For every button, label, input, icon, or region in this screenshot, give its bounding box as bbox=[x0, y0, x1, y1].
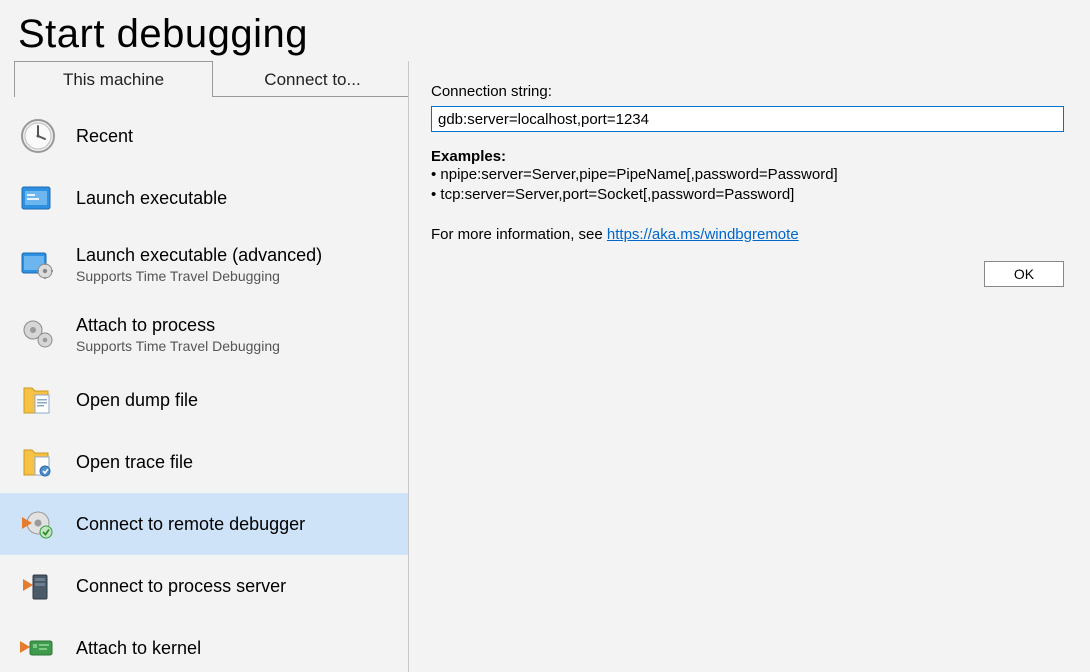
opt-label: Launch executable bbox=[76, 188, 227, 209]
right-pane: Connection string: Examples: • npipe:ser… bbox=[409, 61, 1090, 672]
dump-file-icon bbox=[18, 380, 58, 420]
opt-label: Open dump file bbox=[76, 390, 198, 411]
opt-label: Attach to process bbox=[76, 315, 280, 336]
opt-open-dump-file[interactable]: Open dump file bbox=[0, 369, 408, 431]
tab-this-machine[interactable]: This machine bbox=[14, 61, 213, 97]
ok-button[interactable]: OK bbox=[984, 261, 1064, 287]
tab-connect-to[interactable]: Connect to... bbox=[213, 61, 412, 97]
left-pane: This machine Connect to... bbox=[0, 61, 408, 672]
opt-attach-to-process[interactable]: Attach to process Supports Time Travel D… bbox=[0, 299, 408, 369]
opt-label: Open trace file bbox=[76, 452, 193, 473]
clock-icon bbox=[18, 116, 58, 156]
launch-advanced-icon bbox=[18, 244, 58, 284]
process-server-icon bbox=[18, 566, 58, 606]
launch-icon bbox=[18, 178, 58, 218]
opt-launch-executable-advanced[interactable]: Launch executable (advanced) Supports Ti… bbox=[0, 229, 408, 299]
example-2: • tcp:server=Server,port=Socket[,passwor… bbox=[431, 185, 1064, 205]
opt-connect-process-server[interactable]: Connect to process server bbox=[0, 555, 408, 617]
page-title: Start debugging bbox=[0, 0, 1090, 61]
connection-string-label: Connection string: bbox=[431, 83, 1064, 100]
connection-string-input[interactable] bbox=[431, 106, 1064, 132]
opt-label: Connect to process server bbox=[76, 576, 286, 597]
opt-label: Launch executable (advanced) bbox=[76, 245, 322, 266]
opt-open-trace-file[interactable]: Open trace file bbox=[0, 431, 408, 493]
opt-label: Attach to kernel bbox=[76, 638, 201, 659]
opt-sublabel: Supports Time Travel Debugging bbox=[76, 338, 280, 354]
opt-label: Connect to remote debugger bbox=[76, 514, 305, 535]
tab-label: Connect to... bbox=[264, 70, 360, 90]
example-1: • npipe:server=Server,pipe=PipeName[,pas… bbox=[431, 165, 1064, 185]
tab-label: This machine bbox=[63, 70, 164, 90]
opt-label: Recent bbox=[76, 126, 133, 147]
tabs: This machine Connect to... bbox=[14, 61, 408, 97]
opt-sublabel: Supports Time Travel Debugging bbox=[76, 268, 322, 284]
examples-heading: Examples: bbox=[431, 148, 1064, 165]
more-info-link[interactable]: https://aka.ms/windbgremote bbox=[607, 226, 799, 243]
remote-debugger-icon bbox=[18, 504, 58, 544]
option-list: Recent Launch executable bbox=[0, 105, 408, 672]
kernel-icon bbox=[18, 628, 58, 668]
opt-launch-executable[interactable]: Launch executable bbox=[0, 167, 408, 229]
opt-recent[interactable]: Recent bbox=[0, 105, 408, 167]
more-info-prefix: For more information, see bbox=[431, 226, 607, 243]
trace-file-icon bbox=[18, 442, 58, 482]
opt-attach-to-kernel[interactable]: Attach to kernel bbox=[0, 617, 408, 672]
more-info-line: For more information, see https://aka.ms… bbox=[431, 226, 1064, 243]
opt-connect-remote-debugger[interactable]: Connect to remote debugger bbox=[0, 493, 408, 555]
gears-icon bbox=[18, 314, 58, 354]
